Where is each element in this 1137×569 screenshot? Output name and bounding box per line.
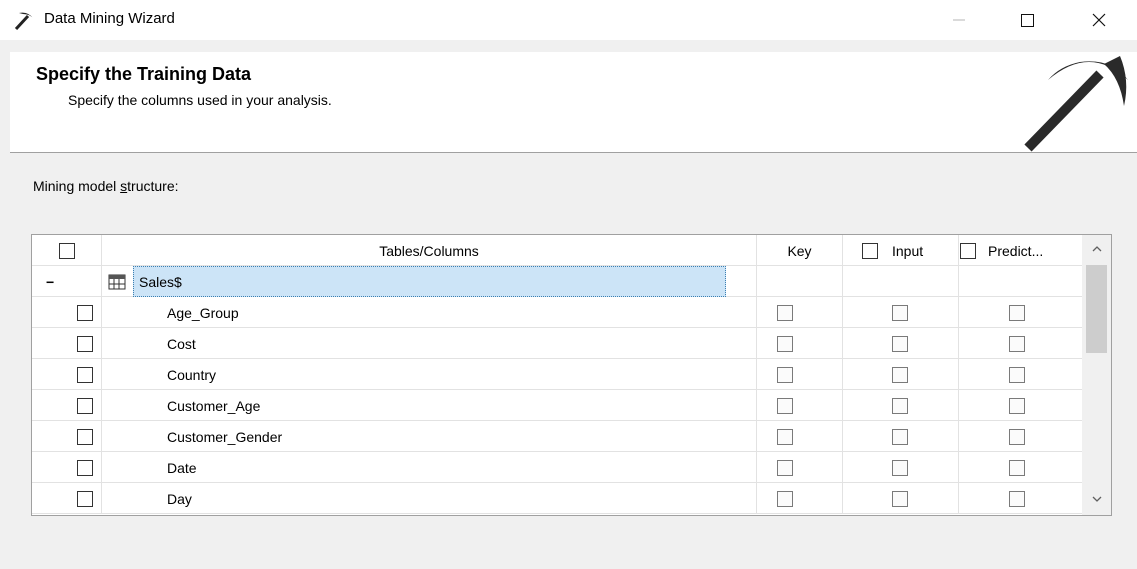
input-checkbox[interactable] (892, 490, 908, 507)
input-checkbox[interactable] (892, 428, 908, 445)
predict-checkbox[interactable] (1009, 428, 1025, 445)
predict-checkbox[interactable] (1009, 335, 1025, 352)
table-icon (108, 274, 126, 289)
mining-structure-label: Mining model structure: (33, 178, 179, 194)
input-checkbox[interactable] (892, 397, 908, 414)
minimize-button[interactable] (931, 0, 987, 40)
include-checkbox[interactable] (77, 366, 93, 383)
scroll-up-button[interactable] (1082, 237, 1111, 261)
table-row[interactable]: Date (32, 452, 1082, 483)
column-header-predict[interactable]: Predict... (960, 235, 1082, 266)
table-row-sales[interactable]: − Sales$ (32, 266, 1082, 297)
predict-all-checkbox[interactable] (960, 242, 976, 259)
column-name: Age_Group (167, 304, 239, 321)
title-bar: Data Mining Wizard (0, 0, 1137, 40)
predict-checkbox[interactable] (1009, 459, 1025, 476)
input-checkbox[interactable] (892, 459, 908, 476)
predict-checkbox[interactable] (1009, 304, 1025, 321)
collapse-toggle[interactable]: − (46, 266, 62, 297)
column-name: Customer_Gender (167, 428, 283, 445)
scroll-down-button[interactable] (1082, 487, 1111, 511)
close-icon (1092, 13, 1106, 27)
table-row[interactable]: Customer_Age (32, 390, 1082, 421)
pickaxe-icon (14, 12, 34, 30)
pickaxe-logo-icon (1024, 56, 1128, 152)
close-button[interactable] (1071, 0, 1127, 40)
input-checkbox[interactable] (892, 335, 908, 352)
key-checkbox[interactable] (777, 428, 793, 445)
vertical-scrollbar[interactable] (1082, 235, 1111, 515)
maximize-button[interactable] (999, 0, 1055, 40)
table-row[interactable]: Cost (32, 328, 1082, 359)
column-name: Date (167, 459, 197, 476)
predict-checkbox[interactable] (1009, 366, 1025, 383)
table-row[interactable]: Day (32, 483, 1082, 514)
key-checkbox[interactable] (777, 490, 793, 507)
column-name: Cost (167, 335, 196, 352)
key-checkbox[interactable] (777, 397, 793, 414)
table-row[interactable]: Customer_Gender (32, 421, 1082, 452)
input-all-checkbox[interactable] (862, 242, 878, 259)
key-checkbox[interactable] (777, 366, 793, 383)
table-row[interactable]: Country (32, 359, 1082, 390)
column-name: Customer_Age (167, 397, 261, 414)
maximize-icon (1020, 13, 1034, 27)
key-checkbox[interactable] (777, 335, 793, 352)
scrollbar-thumb[interactable] (1086, 265, 1107, 353)
mining-structure-grid[interactable]: Tables/Columns Key Input Predict... − Sa… (31, 234, 1112, 516)
column-header-input[interactable]: Input (862, 235, 962, 266)
column-name: Country (167, 366, 217, 383)
predict-checkbox[interactable] (1009, 490, 1025, 507)
include-checkbox[interactable] (77, 304, 93, 321)
input-checkbox[interactable] (892, 304, 908, 321)
include-checkbox[interactable] (77, 490, 93, 507)
key-checkbox[interactable] (777, 304, 793, 321)
key-checkbox[interactable] (777, 459, 793, 476)
window-title: Data Mining Wizard (44, 10, 175, 27)
column-header-input-label: Input (892, 242, 924, 259)
column-header-predict-label: Predict... (988, 242, 1044, 259)
column-name: Day (167, 490, 192, 507)
grid-header-row: Tables/Columns Key Input Predict... (32, 235, 1082, 266)
include-checkbox[interactable] (77, 428, 93, 445)
column-header-key[interactable]: Key (757, 235, 842, 266)
chevron-down-icon (1092, 496, 1101, 502)
minimize-icon (953, 19, 965, 21)
include-checkbox[interactable] (77, 397, 93, 414)
select-all-checkbox[interactable] (59, 242, 75, 259)
chevron-up-icon (1092, 246, 1101, 252)
predict-checkbox[interactable] (1009, 397, 1025, 414)
table-name-cell[interactable]: Sales$ (133, 266, 726, 297)
include-checkbox[interactable] (77, 335, 93, 352)
include-checkbox[interactable] (77, 459, 93, 476)
page-title: Specify the Training Data (36, 64, 252, 84)
wizard-header: Specify the Training Data Specify the co… (10, 52, 1137, 153)
page-subtitle: Specify the columns used in your analysi… (68, 92, 332, 108)
table-row[interactable]: Age_Group (32, 297, 1082, 328)
column-header-tables-columns[interactable]: Tables/Columns (102, 235, 756, 266)
input-checkbox[interactable] (892, 366, 908, 383)
